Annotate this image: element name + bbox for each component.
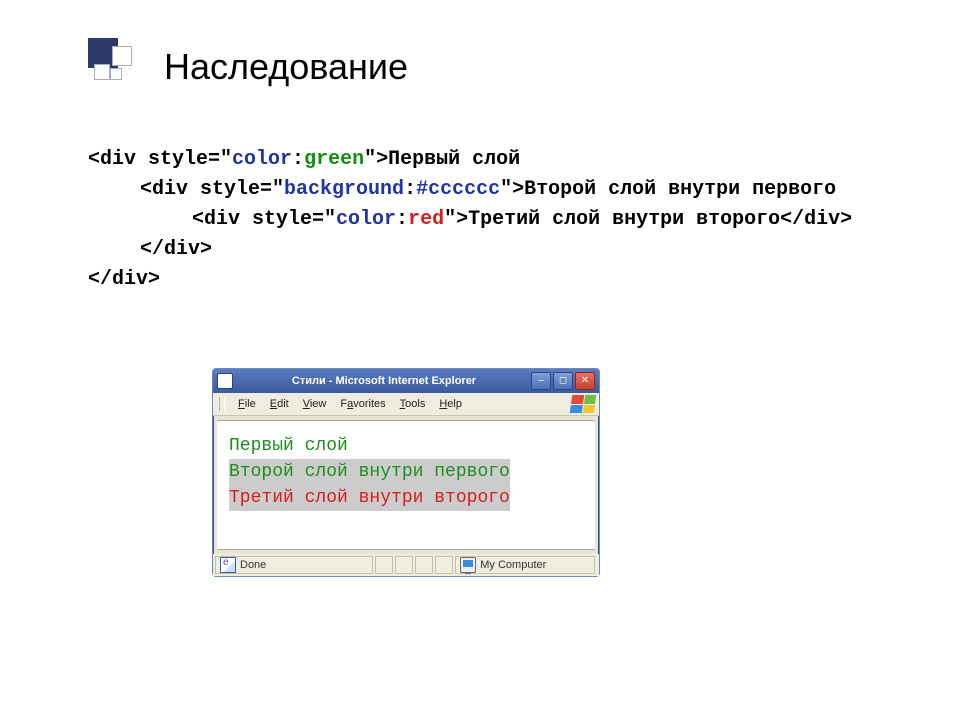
status-gap-4 <box>435 556 453 574</box>
status-gap-1 <box>375 556 393 574</box>
close-button[interactable]: ✕ <box>575 372 595 390</box>
code-line-5: </div> <box>88 265 858 295</box>
ie-window: Стили - Microsoft Internet Explorer – ◻ … <box>212 368 600 577</box>
slide-title: Наследование <box>164 46 408 88</box>
toolbar-grip <box>219 397 225 411</box>
menu-tools[interactable]: Tools <box>393 396 433 412</box>
ie-status-bar: Done My Computer <box>213 554 599 576</box>
menu-file[interactable]: File <box>231 396 263 412</box>
code-line-3: <div style="color:red">Третий слой внутр… <box>88 205 858 235</box>
rendered-line-3: Третий слой внутри второго <box>229 485 510 511</box>
code-block: <div style="color:green">Первый слой <di… <box>88 145 858 295</box>
slide-bullet-decoration <box>88 38 136 86</box>
rendered-line-2: Второй слой внутри первого <box>229 459 510 485</box>
status-zone-cell: My Computer <box>455 556 595 574</box>
minimize-button[interactable]: – <box>531 372 551 390</box>
ie-content-area: Первый слой Второй слой внутри первого Т… <box>217 420 595 550</box>
maximize-button[interactable]: ◻ <box>553 372 573 390</box>
menu-help[interactable]: Help <box>432 396 469 412</box>
menu-view[interactable]: View <box>296 396 334 412</box>
rendered-line-1: Первый слой <box>229 433 585 459</box>
ie-app-icon <box>217 373 233 389</box>
code-line-4: </div> <box>88 235 858 265</box>
menu-edit[interactable]: Edit <box>263 396 296 412</box>
ie-window-title: Стили - Microsoft Internet Explorer <box>237 375 531 387</box>
status-done-cell: Done <box>215 556 373 574</box>
status-gap-3 <box>415 556 433 574</box>
ie-menubar: File Edit View Favorites Tools Help <box>213 393 599 416</box>
slide: Наследование <div style="color:green">Пе… <box>0 0 960 720</box>
status-gap-2 <box>395 556 413 574</box>
computer-icon <box>460 557 476 573</box>
page-icon <box>220 557 236 573</box>
ie-titlebar: Стили - Microsoft Internet Explorer – ◻ … <box>213 369 599 393</box>
status-zone-label: My Computer <box>480 559 546 571</box>
code-line-1: <div style="color:green">Первый слой <box>88 145 858 175</box>
status-done-label: Done <box>240 559 266 571</box>
menu-favorites[interactable]: Favorites <box>333 396 392 412</box>
code-line-2: <div style="background:#cccccc">Второй с… <box>88 175 858 205</box>
windows-logo-icon <box>570 395 597 413</box>
